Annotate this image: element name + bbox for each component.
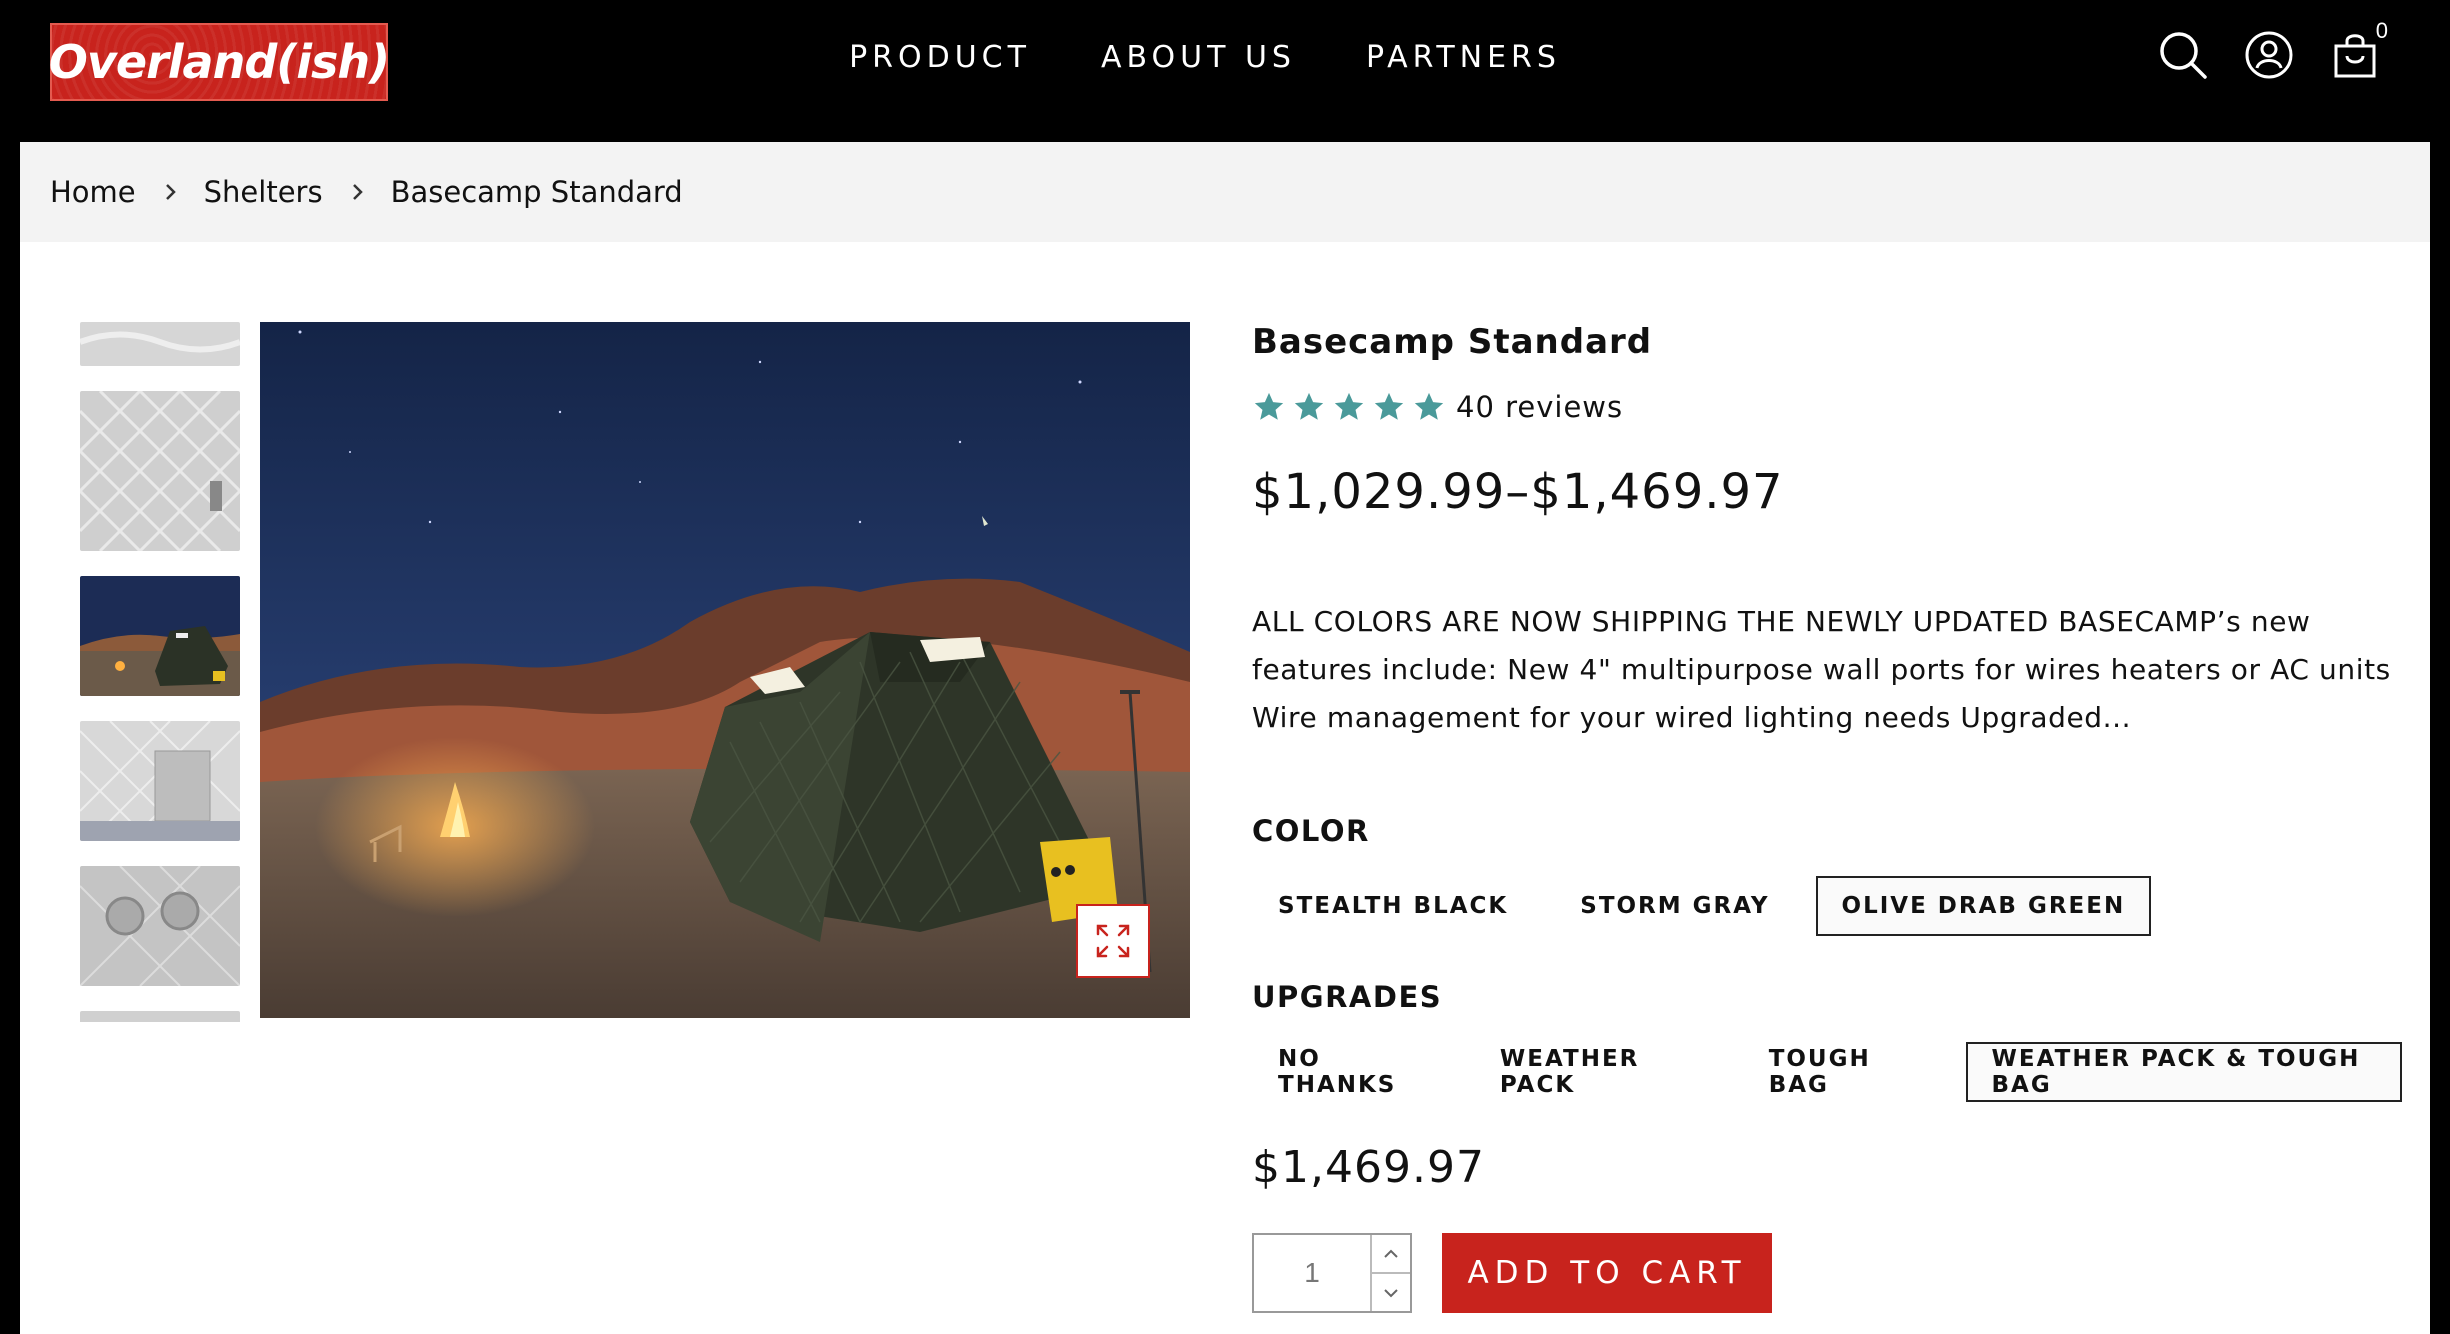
chevron-right-icon <box>165 184 176 200</box>
thumbnail-image[interactable] <box>80 322 242 366</box>
color-option-olive-drab-green[interactable]: OLIVE DRAB GREEN <box>1815 876 2152 936</box>
upgrade-option-no-thanks[interactable]: NO THANKS <box>1252 1042 1454 1102</box>
star-rating <box>1252 390 1446 424</box>
breadcrumb-current: Basecamp Standard <box>390 175 683 209</box>
thumbnail-image[interactable] <box>80 389 242 553</box>
logo-text: Overland(ish) <box>48 35 390 89</box>
star-icon <box>1414 392 1444 420</box>
thumbnail-list <box>80 322 242 1022</box>
upgrade-option-weather-pack[interactable]: WEATHER PACK <box>1474 1042 1723 1102</box>
upgrade-option-tough-bag[interactable]: TOUGH BAG <box>1743 1042 1946 1102</box>
zoom-expand-button[interactable] <box>1076 904 1150 978</box>
site-logo[interactable]: Overland(ish) <box>48 23 390 101</box>
star-icon <box>1334 392 1364 420</box>
quantity-increase-button[interactable] <box>1372 1235 1410 1274</box>
product-info: Basecamp Standard 40 reviews $1,029.99–$… <box>1252 322 2402 1313</box>
selected-price: $1,469.97 <box>1252 1142 1485 1193</box>
site-header: Overland(ish) PRODUCT ABOUT US PARTNERS … <box>20 0 2430 142</box>
chevron-down-icon <box>1384 1288 1398 1297</box>
quantity-input[interactable] <box>1254 1235 1370 1311</box>
color-option-storm-gray[interactable]: STORM GRAY <box>1554 876 1795 936</box>
color-option-stealth-black[interactable]: STEALTH BLACK <box>1252 876 1534 936</box>
star-icon <box>1374 392 1404 420</box>
star-icon <box>1294 392 1324 420</box>
product-rating[interactable]: 40 reviews <box>1252 390 2402 424</box>
thumbnail-image[interactable] <box>80 1011 240 1022</box>
search-icon[interactable] <box>2158 30 2208 80</box>
upgrade-option-weather-pack-tough-bag[interactable]: WEATHER PACK & TOUGH BAG <box>1965 1042 2402 1102</box>
product-main-image[interactable] <box>260 322 1190 1018</box>
purchase-row: ADD TO CART <box>1252 1233 2402 1313</box>
expand-icon <box>1096 924 1130 958</box>
upgrades-label: UPGRADES <box>1252 980 1443 1014</box>
product-title: Basecamp Standard <box>1252 322 1653 362</box>
page: Overland(ish) PRODUCT ABOUT US PARTNERS … <box>20 0 2430 1334</box>
color-label: COLOR <box>1252 814 1370 848</box>
thumbnail-image[interactable] <box>80 720 241 842</box>
breadcrumb-shelters[interactable]: Shelters <box>204 175 323 209</box>
quantity-stepper <box>1252 1233 1412 1313</box>
breadcrumb: Home Shelters Basecamp Standard <box>20 142 2430 242</box>
price-range: $1,029.99–$1,469.97 <box>1252 464 1784 520</box>
header-icons: 0 <box>2158 18 2388 80</box>
nav-partners[interactable]: PARTNERS <box>1366 40 1561 84</box>
thumbnail-image-selected[interactable] <box>80 576 240 696</box>
product-description: ALL COLORS ARE NOW SHIPPING THE NEWLY UP… <box>1252 605 2391 734</box>
chevron-up-icon <box>1384 1249 1398 1258</box>
upgrade-options: NO THANKS WEATHER PACK TOUGH BAG WEATHER… <box>1252 1042 2402 1102</box>
add-to-cart-button[interactable]: ADD TO CART <box>1442 1233 1772 1313</box>
quantity-decrease-button[interactable] <box>1372 1274 1410 1311</box>
cart-icon[interactable]: 0 <box>2330 18 2388 80</box>
breadcrumb-home[interactable]: Home <box>50 175 136 209</box>
chevron-right-icon <box>352 184 363 200</box>
color-options: STEALTH BLACK STORM GRAY OLIVE DRAB GREE… <box>1252 876 2402 936</box>
account-icon[interactable] <box>2244 30 2294 80</box>
nav-about-us[interactable]: ABOUT US <box>1101 40 1296 84</box>
star-icon <box>1254 392 1284 420</box>
cart-count-badge: 0 <box>2375 18 2388 43</box>
reviews-count-link[interactable]: 40 reviews <box>1456 390 1623 424</box>
nav-product[interactable]: PRODUCT <box>849 40 1031 84</box>
thumbnail-image[interactable] <box>80 865 241 987</box>
